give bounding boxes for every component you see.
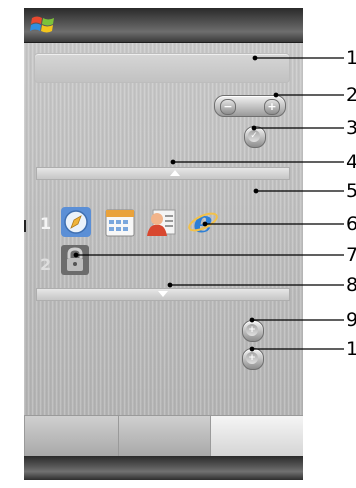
contact-card-icon[interactable]: [145, 206, 177, 238]
check-button[interactable]: ✓: [244, 126, 266, 148]
lock-icon[interactable]: [60, 244, 90, 276]
callout-label: 3: [346, 117, 356, 139]
plus-icon: +: [246, 324, 258, 336]
callout-label: 4: [346, 151, 356, 173]
softkey-bar: [24, 415, 303, 457]
callout-label: 8: [346, 274, 356, 296]
zoom-in-button[interactable]: +: [264, 99, 280, 115]
left-softkey[interactable]: [24, 415, 119, 457]
svg-text:e: e: [193, 206, 212, 238]
round-button-9[interactable]: +: [242, 320, 264, 342]
plus-icon: +: [246, 352, 258, 364]
row-number: 2: [40, 255, 52, 274]
callout-label: 2: [346, 84, 356, 106]
row-number: 1: [40, 214, 52, 233]
checkmark-icon: ✓: [248, 130, 260, 142]
callout-label: 7: [346, 244, 356, 266]
bottom-bar: [24, 456, 303, 480]
middle-softkey[interactable]: [118, 415, 211, 457]
calendar-icon[interactable]: [104, 206, 136, 238]
callout-label: 5: [346, 180, 356, 202]
screen: − + ✓ 1 e 2 + +: [24, 43, 303, 415]
arrow-up-icon: [170, 170, 180, 176]
callout-label: 6: [346, 213, 356, 235]
callout-label: 1: [346, 47, 356, 69]
callout-label: 1: [346, 338, 356, 360]
internet-explorer-icon[interactable]: e: [187, 206, 219, 238]
compass-icon[interactable]: [60, 206, 92, 238]
zoom-out-button[interactable]: −: [220, 99, 236, 115]
scroll-down-bar[interactable]: [36, 288, 290, 301]
windows-flag-icon[interactable]: [29, 11, 57, 39]
round-button-10[interactable]: +: [242, 348, 264, 370]
zoom-control[interactable]: − +: [214, 95, 286, 117]
status-field[interactable]: [34, 53, 290, 83]
arrow-down-icon: [158, 291, 168, 297]
title-bar: [24, 8, 303, 43]
callout-label: 9: [346, 309, 356, 331]
right-softkey[interactable]: [210, 415, 303, 457]
device-frame: − + ✓ 1 e 2 + +: [24, 8, 303, 480]
scroll-up-bar[interactable]: [36, 167, 290, 180]
edge-marker: [24, 220, 26, 232]
